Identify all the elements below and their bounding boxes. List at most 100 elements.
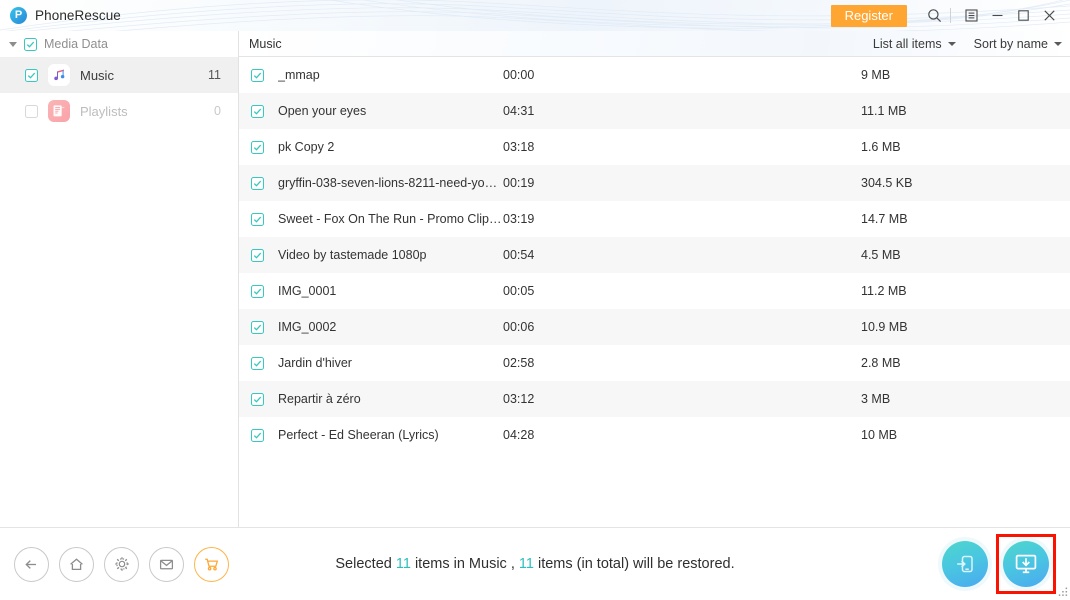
chevron-down-icon[interactable]: [9, 41, 17, 47]
shopping-cart-icon[interactable]: [194, 546, 229, 582]
row-name: Video by tastemade 1080p: [278, 248, 427, 262]
bottom-nav-buttons: [14, 528, 229, 600]
row-size: 11.2 MB: [861, 284, 907, 298]
row-name: _mmap: [278, 68, 320, 82]
row-checkbox[interactable]: [251, 248, 264, 262]
row-duration: 00:54: [503, 248, 535, 262]
table-row[interactable]: Perfect - Ed Sheeran (Lyrics) 04:28 10 MB: [239, 417, 1070, 453]
table-row[interactable]: _mmap 00:00 9 MB: [239, 57, 1070, 93]
menu-icon[interactable]: [958, 0, 984, 31]
row-checkbox[interactable]: [251, 428, 264, 442]
table-row[interactable]: Open your eyes 04:31 11.1 MB: [239, 93, 1070, 129]
row-checkbox[interactable]: [251, 284, 264, 298]
row-name: Repartir à zéro: [278, 392, 361, 406]
row-size: 10.9 MB: [861, 320, 908, 334]
close-icon[interactable]: [1036, 0, 1062, 31]
row-duration: 03:12: [503, 392, 535, 406]
title-bar-controls: Register: [830, 0, 1062, 31]
row-duration: 00:06: [503, 320, 535, 334]
table-row[interactable]: IMG_0001 00:05 11.2 MB: [239, 273, 1070, 309]
status-prefix: Selected: [335, 556, 396, 572]
row-checkbox[interactable]: [251, 68, 264, 82]
row-checkbox[interactable]: [251, 104, 264, 118]
row-checkbox[interactable]: [251, 320, 264, 334]
bottom-toolbar: Selected 11 items in Music , 11 items (i…: [0, 527, 1070, 600]
row-duration: 00:19: [503, 176, 535, 190]
row-name: Jardin d'hiver: [278, 356, 352, 370]
sidebar-group-media-data[interactable]: Media Data: [0, 31, 238, 57]
media-data-checkbox[interactable]: [24, 37, 37, 51]
settings-gear-icon[interactable]: [104, 546, 139, 582]
row-name: IMG_0001: [278, 284, 337, 298]
list-filter-dropdown[interactable]: List all items: [873, 37, 956, 51]
list-header-tools: List all items Sort by name: [873, 31, 1062, 56]
status-message: Selected 11 items in Music , 11 items (i…: [335, 556, 734, 572]
list-sort-dropdown[interactable]: Sort by name: [974, 37, 1062, 51]
table-row[interactable]: Sweet - Fox On The Run - Promo Clip (O..…: [239, 201, 1070, 237]
chevron-down-icon[interactable]: [947, 41, 956, 46]
playlist-icon: [48, 100, 70, 122]
row-size: 1.6 MB: [861, 140, 901, 154]
restore-to-device-wrap: [942, 541, 988, 587]
chevron-down-icon[interactable]: [1054, 41, 1062, 46]
row-checkbox[interactable]: [251, 356, 264, 370]
titlebar-divider: [950, 8, 951, 23]
row-name: gryffin-038-seven-lions-8211-need-your-.…: [278, 176, 503, 190]
table-row[interactable]: pk Copy 2 03:18 1.6 MB: [239, 129, 1070, 165]
phonerescue-window: P PhoneRescue Register Media Data Music …: [0, 0, 1070, 600]
row-duration: 00:05: [503, 284, 535, 298]
minimize-icon[interactable]: [984, 0, 1010, 31]
row-duration: 00:00: [503, 68, 535, 82]
app-logo-letter: P: [14, 9, 23, 21]
row-checkbox[interactable]: [251, 176, 264, 190]
table-row[interactable]: gryffin-038-seven-lions-8211-need-your-.…: [239, 165, 1070, 201]
table-row[interactable]: Jardin d'hiver 02:58 2.8 MB: [239, 345, 1070, 381]
row-size: 14.7 MB: [861, 212, 908, 226]
title-bar: P PhoneRescue Register: [0, 0, 1070, 32]
row-checkbox[interactable]: [251, 392, 264, 406]
register-button[interactable]: Register: [830, 4, 907, 27]
sidebar-item-music[interactable]: Music 11: [0, 57, 238, 93]
row-duration: 02:58: [503, 356, 535, 370]
app-logo-icon: P: [10, 7, 27, 24]
sidebar-item-music-count: 11: [208, 68, 221, 82]
sidebar-item-playlists-checkbox[interactable]: [25, 104, 38, 118]
sidebar-item-playlists[interactable]: Playlists 0: [0, 93, 238, 129]
row-size: 11.1 MB: [861, 104, 907, 118]
row-name: Sweet - Fox On The Run - Promo Clip (O..…: [278, 212, 503, 226]
mail-icon[interactable]: [149, 546, 184, 582]
row-name: Open your eyes: [278, 104, 367, 118]
row-checkbox[interactable]: [251, 140, 264, 154]
row-size: 10 MB: [861, 428, 898, 442]
table-row[interactable]: IMG_0002 00:06 10.9 MB: [239, 309, 1070, 345]
row-size: 3 MB: [861, 392, 891, 406]
list-title: Music: [249, 36, 282, 51]
row-name: pk Copy 2: [278, 140, 335, 154]
status-middle: items in Music ,: [410, 556, 519, 572]
maximize-icon[interactable]: [1010, 0, 1036, 31]
back-icon[interactable]: [14, 546, 49, 582]
row-duration: 03:19: [503, 212, 535, 226]
home-icon[interactable]: [59, 546, 94, 582]
sidebar-item-playlists-label: Playlists: [80, 103, 128, 119]
status-count-selected: 11: [395, 556, 411, 572]
table-row[interactable]: Video by tastemade 1080p 00:54 4.5 MB: [239, 237, 1070, 273]
row-name: IMG_0002: [278, 320, 337, 334]
window-resize-grip[interactable]: [1057, 587, 1068, 598]
sidebar-item-music-checkbox[interactable]: [25, 68, 38, 82]
row-size: 9 MB: [861, 68, 891, 82]
app-title: PhoneRescue: [35, 8, 121, 23]
restore-to-device-button[interactable]: [942, 541, 988, 587]
row-size: 2.8 MB: [861, 356, 901, 370]
sidebar-item-playlists-count: 0: [214, 104, 221, 118]
table-row[interactable]: Repartir à zéro 03:12 3 MB: [239, 381, 1070, 417]
status-count-total: 11: [518, 556, 534, 572]
restore-to-computer-button[interactable]: [1003, 541, 1049, 587]
list-filter-label: List all items: [872, 36, 942, 51]
title-bar-brand: P PhoneRescue: [10, 0, 121, 31]
row-size: 4.5 MB: [861, 248, 901, 262]
search-icon[interactable]: [921, 0, 947, 31]
row-checkbox[interactable]: [251, 212, 264, 226]
row-duration: 03:18: [503, 140, 535, 154]
sidebar: Media Data Music 11 Playlists 0: [0, 31, 239, 527]
